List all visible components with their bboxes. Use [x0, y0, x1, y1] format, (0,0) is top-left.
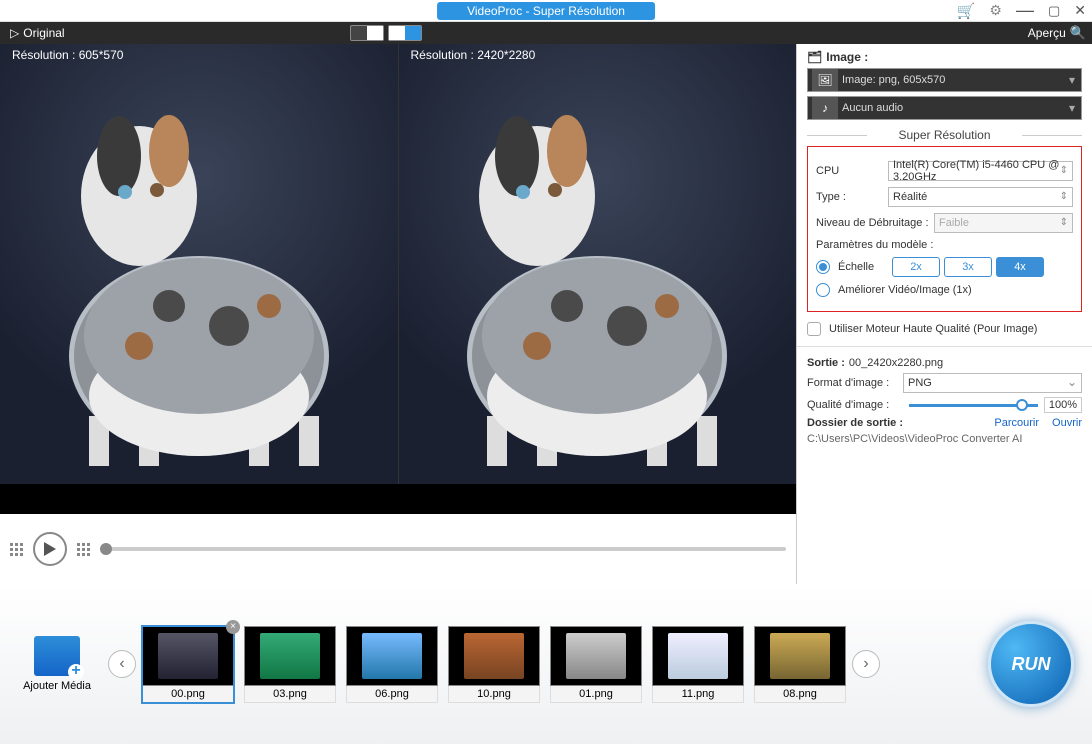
app-title: VideoProc - Super Résolution: [437, 2, 655, 20]
original-toggle[interactable]: ▷ Original: [0, 26, 75, 40]
quality-label: Qualité d'image :: [807, 399, 903, 411]
timeline-filler: [0, 484, 796, 514]
type-label: Type :: [816, 191, 888, 203]
thumb-item[interactable]: × 00.png: [142, 626, 234, 703]
gear-icon[interactable]: ⚙: [989, 2, 1002, 19]
denoise-select[interactable]: Faible: [934, 213, 1073, 233]
thumb-close-icon[interactable]: ×: [226, 620, 240, 634]
super-resolution-header: Super Résolution: [807, 128, 1082, 142]
scale-3x-button[interactable]: 3x: [944, 257, 992, 277]
denoise-label: Niveau de Débruitage :: [816, 217, 934, 229]
play-outline-icon: ▷: [10, 26, 19, 40]
toolstrip: ▷ Original Aperçu 🔍: [0, 22, 1092, 44]
output-path: C:\Users\PC\Videos\VideoProc Converter A…: [807, 433, 1082, 445]
format-select[interactable]: PNG: [903, 373, 1082, 393]
preview-search[interactable]: Aperçu 🔍: [1028, 25, 1086, 41]
thumb-item[interactable]: 03.png: [244, 626, 336, 703]
titlebar: VideoProc - Super Résolution 🛒 ⚙ — ▢ ✕: [0, 0, 1092, 22]
maximize-icon[interactable]: ▢: [1048, 3, 1060, 19]
add-media-button[interactable]: Ajouter Média: [12, 636, 102, 692]
type-select[interactable]: Réalité: [888, 187, 1073, 207]
thumbs-prev-button[interactable]: ‹: [108, 650, 136, 678]
cart-icon[interactable]: 🛒: [957, 2, 976, 20]
left-resolution-label: Résolution : 605*570: [12, 48, 123, 62]
grid-handle-right[interactable]: [77, 543, 90, 556]
playback-bar: [0, 514, 796, 584]
thumb-item[interactable]: 11.png: [652, 626, 744, 703]
output-filename: 00_2420x2280.png: [849, 357, 943, 369]
add-media-icon: [34, 636, 80, 676]
highlighted-settings: CPU Intel(R) Core(TM) i5-4460 CPU @ 3.20…: [807, 146, 1082, 312]
image-select[interactable]: 🖼 Image: png, 605x570 ▾: [807, 68, 1082, 92]
open-link[interactable]: Ouvrir: [1052, 417, 1082, 429]
hq-engine-label: Utiliser Moteur Haute Qualité (Pour Imag…: [829, 323, 1037, 335]
scale-label: Échelle: [838, 261, 892, 273]
media-strip: Ajouter Média ‹ × 00.png 03.png 06.png 1…: [0, 584, 1092, 744]
side-panel: 🗂 Image : 🖼 Image: png, 605x570 ▾ ♪ Aucu…: [796, 44, 1092, 584]
chevron-down-icon: ▾: [1063, 73, 1081, 87]
search-icon: 🔍: [1070, 25, 1086, 41]
preview-right-pane: Résolution : 2420*2280: [399, 44, 797, 484]
preview-area: Résolution : 605*570: [0, 44, 796, 584]
playback-thumb[interactable]: [100, 543, 112, 555]
minimize-icon[interactable]: —: [1016, 0, 1034, 21]
enhance-radio[interactable]: [816, 283, 830, 297]
image-thumb-icon: 🖼: [812, 69, 838, 91]
scale-4x-button[interactable]: 4x: [996, 257, 1044, 277]
music-icon: ♪: [812, 97, 838, 119]
enhance-label: Améliorer Vidéo/Image (1x): [838, 284, 972, 296]
run-button[interactable]: RUN: [988, 621, 1074, 707]
layers-icon: 🗂: [807, 50, 822, 64]
scale-2x-button[interactable]: 2x: [892, 257, 940, 277]
play-icon: [44, 542, 56, 556]
preview-right-image: [427, 96, 767, 476]
hq-engine-checkbox[interactable]: [807, 322, 821, 336]
play-button[interactable]: [33, 532, 67, 566]
audio-select[interactable]: ♪ Aucun audio ▾: [807, 96, 1082, 120]
thumb-item[interactable]: 08.png: [754, 626, 846, 703]
image-section-header: 🗂 Image :: [807, 50, 1082, 64]
quality-slider[interactable]: [909, 404, 1038, 407]
playback-slider[interactable]: [100, 547, 786, 551]
format-label: Format d'image :: [807, 377, 903, 389]
chevron-down-icon: ▾: [1063, 101, 1081, 115]
model-params-label: Paramètres du modèle :: [816, 239, 1073, 251]
thumb-item[interactable]: 10.png: [448, 626, 540, 703]
quality-thumb[interactable]: [1016, 399, 1028, 411]
output-label: Sortie :: [807, 357, 845, 369]
view-single-toggle[interactable]: [350, 25, 384, 41]
right-resolution-label: Résolution : 2420*2280: [411, 48, 536, 62]
browse-link[interactable]: Parcourir: [994, 417, 1039, 429]
scale-radio[interactable]: [816, 260, 830, 274]
grid-handle-left[interactable]: [10, 543, 23, 556]
cpu-select[interactable]: Intel(R) Core(TM) i5-4460 CPU @ 3.20GHz: [888, 161, 1073, 181]
close-icon[interactable]: ✕: [1074, 2, 1086, 19]
cpu-label: CPU: [816, 165, 888, 177]
quality-value: 100%: [1044, 397, 1082, 413]
folder-label: Dossier de sortie :: [807, 417, 903, 429]
preview-left-image: [29, 96, 369, 476]
view-split-toggle[interactable]: [388, 25, 422, 41]
thumbnail-list: × 00.png 03.png 06.png 10.png 01.png 11.…: [142, 626, 846, 703]
thumbs-next-button[interactable]: ›: [852, 650, 880, 678]
preview-left-pane: Résolution : 605*570: [0, 44, 399, 484]
thumb-item[interactable]: 06.png: [346, 626, 438, 703]
thumb-item[interactable]: 01.png: [550, 626, 642, 703]
